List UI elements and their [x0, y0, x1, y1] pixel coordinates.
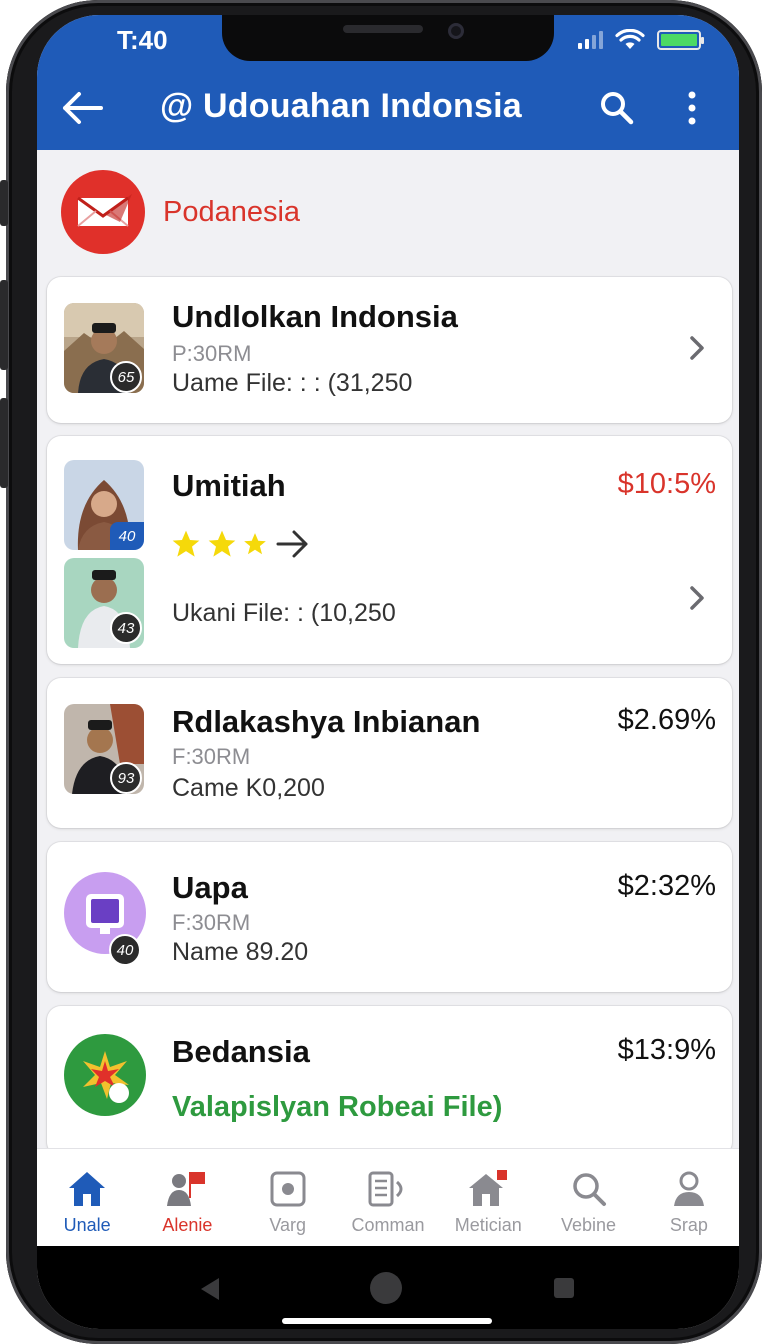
house-badge-icon — [466, 1167, 510, 1211]
mail-logo-icon — [61, 170, 145, 254]
system-back-icon[interactable] — [197, 1276, 221, 1302]
profile-icon — [667, 1167, 711, 1211]
chevron-right-icon[interactable] — [682, 583, 712, 613]
item-subtitle: F:30RM — [172, 744, 251, 769]
nav-item-metician[interactable]: Metician — [438, 1149, 538, 1246]
list-item[interactable]: 40 Uapa $2:32% F:30RM Name 89.20 — [47, 842, 732, 992]
item-title: Rdlakashya Inbianan — [172, 704, 481, 739]
wifi-icon — [615, 29, 645, 49]
avatar: 65 — [64, 303, 144, 393]
avatar-badge: 65 — [110, 361, 142, 393]
search-icon — [567, 1167, 611, 1211]
section-title: Podanesia — [163, 195, 301, 228]
item-title: Uapa — [172, 870, 248, 905]
nav-label: Unale — [63, 1215, 111, 1235]
speaker — [343, 25, 423, 33]
avatar: 43 — [64, 558, 144, 648]
nav-label: Metician — [454, 1215, 522, 1235]
mute-switch — [0, 180, 8, 226]
search-button[interactable] — [592, 83, 642, 133]
back-arrow-icon — [63, 92, 103, 124]
app-header: T:40 @ Udouahan Indonsia — [37, 15, 739, 150]
avatar-badge: 43 — [110, 612, 142, 644]
list-item[interactable]: 93 Rdlakashya Inbianan $2.69% F:30RM Cam… — [47, 678, 732, 828]
item-subtitle: F:30RM — [172, 910, 251, 935]
icon-badge: 40 — [109, 934, 141, 966]
arrow-right-icon[interactable] — [276, 529, 310, 559]
nav-item-varg[interactable]: Varg — [238, 1149, 338, 1246]
star-icon — [208, 530, 236, 557]
status-icons — [578, 29, 704, 51]
item-meta: Ukani File: : (10,250 — [172, 599, 396, 627]
nav-label: Alenie — [162, 1215, 213, 1235]
star-icon — [244, 533, 266, 555]
item-price: $10:5% — [617, 468, 716, 500]
back-button[interactable] — [57, 83, 107, 133]
item-title: Bedansia — [172, 1034, 310, 1069]
item-meta: Came K0,200 — [172, 774, 325, 802]
bottom-navigation: Unale Alenie Varg Comman Metician Vebine… — [37, 1148, 739, 1246]
search-icon — [601, 92, 634, 125]
battery-icon — [657, 30, 704, 50]
nav-label: Vebine — [561, 1215, 617, 1235]
item-price: $2:32% — [617, 870, 716, 902]
nav-label: Srap — [669, 1215, 708, 1235]
list-item[interactable]: Bedansia $13:9% Valapislyan Robeai File) — [47, 1006, 732, 1156]
chevron-right-icon[interactable] — [682, 333, 712, 363]
phone-screen: T:40 @ Udouahan Indonsia Podanesia 65 Un… — [37, 15, 739, 1329]
people-flag-icon — [165, 1167, 209, 1211]
nav-item-srap[interactable]: Srap — [639, 1149, 739, 1246]
item-meta: Name 89.20 — [172, 938, 309, 966]
avatar-badge: 40 — [110, 522, 144, 550]
avatar: 40 — [64, 460, 144, 550]
more-options-button[interactable] — [667, 83, 717, 133]
nav-label: Comman — [351, 1215, 425, 1235]
item-price: $2.69% — [617, 704, 716, 736]
nav-item-alenie[interactable]: Alenie — [137, 1149, 237, 1246]
section-header: Podanesia — [61, 170, 300, 254]
status-time: T:40 — [117, 25, 168, 55]
item-subtitle: P:30RM — [172, 341, 252, 366]
rating — [170, 528, 310, 560]
nav-item-vebine[interactable]: Vebine — [538, 1149, 638, 1246]
star-icon — [172, 530, 200, 557]
home-icon — [65, 1167, 109, 1211]
record-icon — [266, 1167, 310, 1211]
app-icon — [64, 1034, 146, 1116]
volume-down-button — [0, 398, 8, 488]
home-indicator[interactable] — [282, 1318, 492, 1324]
volume-up-button — [0, 280, 8, 370]
item-meta: Uame File: : : (31,250 — [172, 369, 413, 397]
signal-icon — [578, 31, 603, 49]
nav-item-comman[interactable]: Comman — [338, 1149, 438, 1246]
avatar: 93 — [64, 704, 144, 794]
more-vertical-icon — [688, 91, 696, 125]
item-price: $13:9% — [617, 1034, 716, 1066]
nav-item-unale[interactable]: Unale — [37, 1149, 137, 1246]
avatar-badge: 93 — [110, 762, 142, 794]
list-item[interactable]: 40 43 Umitiah $10:5% Ukani File: : (10,2… — [47, 436, 732, 664]
app-bar: @ Udouahan Indonsia — [37, 73, 739, 143]
system-nav-bar — [37, 1246, 739, 1329]
list-item[interactable]: 65 Undlolkan Indonsia P:30RM Uame File: … — [47, 277, 732, 423]
document-audio-icon — [366, 1167, 410, 1211]
page-title: @ Udouahan Indonsia — [160, 87, 522, 125]
system-home-button[interactable] — [370, 1272, 402, 1304]
front-camera — [448, 23, 464, 39]
notch — [222, 15, 554, 61]
item-title: Umitiah — [172, 468, 286, 503]
nav-label: Varg — [269, 1215, 307, 1235]
item-title: Undlolkan Indonsia — [172, 299, 458, 334]
system-recents-button[interactable] — [554, 1278, 574, 1298]
item-link[interactable]: Valapislyan Robeai File) — [172, 1091, 502, 1124]
